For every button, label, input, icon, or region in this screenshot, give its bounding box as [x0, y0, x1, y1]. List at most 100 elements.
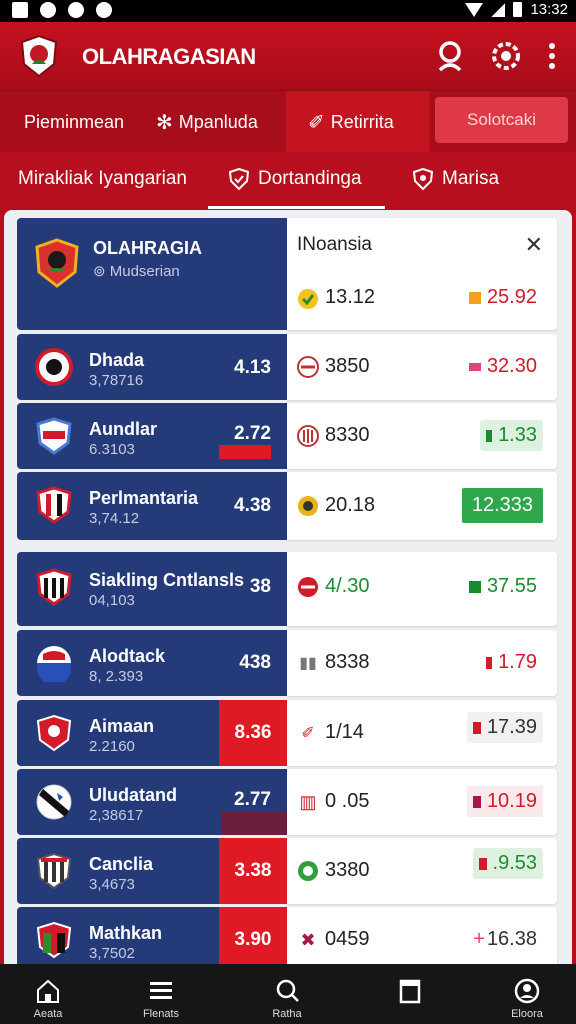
match-row[interactable]: Dhada 3,78716 4.13 3850 32.30: [17, 334, 557, 400]
nav-list[interactable]: Flenats: [113, 964, 209, 1024]
tab-dortandinga[interactable]: Dortandinga: [228, 168, 362, 190]
app-title: OLAHRAGASIAN: [82, 44, 256, 69]
settings-icon[interactable]: [490, 40, 522, 72]
right-value[interactable]: 12.333: [461, 488, 543, 523]
match-row[interactable]: Perlmantaria 3,74.12 4.38 20.18 12.333: [17, 472, 557, 540]
tab-pieminmean[interactable]: Pieminmean: [24, 91, 124, 153]
nav-home[interactable]: Aeata: [0, 964, 96, 1024]
more-icon[interactable]: [538, 40, 566, 72]
down-icon: [468, 362, 481, 371]
league-subtitle: ⊚ Mudserian: [93, 263, 180, 280]
match-row[interactable]: Aimaan 2.2160 8.36 ✐ 1/14 17.39: [17, 700, 557, 766]
ball-icon: [297, 860, 319, 882]
team-crest-icon: [36, 784, 72, 820]
close-icon[interactable]: ✕: [525, 232, 543, 258]
search-icon: [276, 979, 299, 1002]
team-odd[interactable]: 3.38: [219, 838, 287, 904]
status-bar: 13:32: [0, 0, 576, 22]
right-value[interactable]: 37.55: [463, 571, 543, 602]
bottom-nav: Aeata Flenats Ratha Eloora: [0, 964, 576, 1024]
list-icon: [150, 982, 172, 999]
team-odd[interactable]: 4.38: [234, 495, 271, 517]
sub-tabs: Mirakliak Iyangarian Dortandinga Marisa: [0, 152, 576, 210]
team-name: Alodtack: [89, 646, 166, 666]
app-notification-icon: [40, 2, 56, 18]
team-odd[interactable]: 3.90: [219, 907, 287, 964]
tab-mpanluda[interactable]: ✻ Mpanluda: [156, 91, 258, 153]
account-icon[interactable]: [434, 40, 466, 72]
team-odd[interactable]: 2.72: [234, 423, 271, 445]
team-crest-icon: [35, 348, 73, 386]
right-value[interactable]: +16.38: [467, 924, 543, 955]
tab-mirakliak[interactable]: Mirakliak Iyangarian: [18, 168, 187, 190]
right-value[interactable]: 10.19: [466, 786, 543, 817]
league-name: OLAHRAGIA: [93, 238, 202, 258]
profile-icon: [514, 978, 540, 1004]
right-value[interactable]: 32.30: [463, 351, 543, 382]
team-crest-icon: [36, 714, 72, 752]
league-panel: OLAHRAGIA ⊚ Mudserian: [17, 218, 287, 330]
right-value[interactable]: .9.53: [472, 848, 543, 879]
team-odd[interactable]: 38: [250, 576, 271, 598]
nav-profile[interactable]: Eloora: [479, 964, 575, 1024]
battery-icon: [513, 2, 523, 17]
status-time: 13:32: [530, 1, 568, 18]
team-sub: 6.3103: [89, 441, 135, 458]
stats-icon: ▥: [299, 791, 317, 812]
team-odd[interactable]: 8.36: [219, 700, 287, 766]
plus-icon: +: [473, 928, 485, 950]
team-odd[interactable]: 438: [239, 652, 271, 674]
match-row[interactable]: Canclia 3,4673 3.38 3380 .9.53: [17, 838, 557, 904]
mid-value: 8330: [325, 424, 370, 446]
right-value[interactable]: 1.33: [480, 420, 543, 451]
mid-value: 20.18: [325, 494, 376, 516]
up-icon: [472, 721, 481, 734]
team-odd[interactable]: 2.77: [234, 789, 271, 811]
match-row[interactable]: Mathkan 3,7502 3.90 ✖ 0459 +16.38: [17, 907, 557, 964]
team-name: Mathkan: [89, 923, 163, 943]
match-row[interactable]: Siakling Cntlansls 04,103 38 4/.30 37.55: [17, 552, 557, 626]
ball-icon: [297, 356, 319, 378]
tab-label: Mirakliak Iyangarian: [18, 168, 187, 189]
match-row[interactable]: Uludatand 2,38617 2.77 ▥ 0 .05 10.19: [17, 769, 557, 835]
tab-marisa[interactable]: Marisa: [412, 168, 499, 190]
ball-icon: [297, 576, 319, 598]
team-crest-icon: [36, 417, 72, 455]
ball-icon: [297, 495, 319, 517]
team-name: Canclia: [89, 854, 154, 874]
tab-retirrita[interactable]: ✐ Retirrita: [286, 91, 430, 153]
team-sub: 3,74.12: [89, 510, 140, 527]
shield-check-icon: [228, 168, 250, 190]
team-name: Dhada: [89, 350, 145, 370]
up-arrow-icon: [468, 291, 481, 304]
team-name: Uludatand: [89, 785, 177, 805]
team-name: Aundlar: [89, 419, 158, 439]
network-icon: ✻: [156, 111, 173, 134]
match-row[interactable]: Aundlar 6.3103 2.72 8330 1.33: [17, 403, 557, 469]
right-value[interactable]: 17.39: [466, 712, 543, 743]
mid-value: 3380: [325, 859, 370, 881]
team-odd[interactable]: 4.13: [234, 357, 271, 379]
up-icon: [472, 795, 481, 808]
nav-tickets[interactable]: [362, 964, 458, 1024]
league-header[interactable]: OLAHRAGIA ⊚ Mudserian INoansia ✕ 13.12 2…: [17, 218, 557, 330]
match-row[interactable]: Alodtack 8, 2.393 438 ▮▮ 8338 1.79: [17, 630, 557, 696]
right-value[interactable]: 1.79: [480, 647, 543, 678]
mid-value: 3850: [325, 355, 370, 377]
solotcaki-button[interactable]: Solotcaki: [435, 97, 568, 143]
up-icon: [486, 656, 493, 669]
nav-search[interactable]: Ratha: [239, 964, 335, 1024]
tab-label: Pieminmean: [24, 111, 125, 132]
nav-label: Flenats: [142, 1008, 180, 1020]
mid-value: 0459: [325, 928, 370, 950]
odd-change-bar: [221, 811, 287, 835]
header-left-value: 13.12: [325, 286, 376, 308]
tab-label: Mpanluda: [178, 111, 258, 132]
up-icon: [468, 580, 481, 593]
cross-icon: ✖: [300, 929, 316, 950]
nav-label: Eloora: [511, 1008, 543, 1020]
mid-value: 0 .05: [325, 790, 370, 812]
nav-label: Ratha: [272, 1008, 302, 1020]
notification-icon: [12, 2, 28, 18]
team-sub: 3,4673: [89, 876, 135, 893]
